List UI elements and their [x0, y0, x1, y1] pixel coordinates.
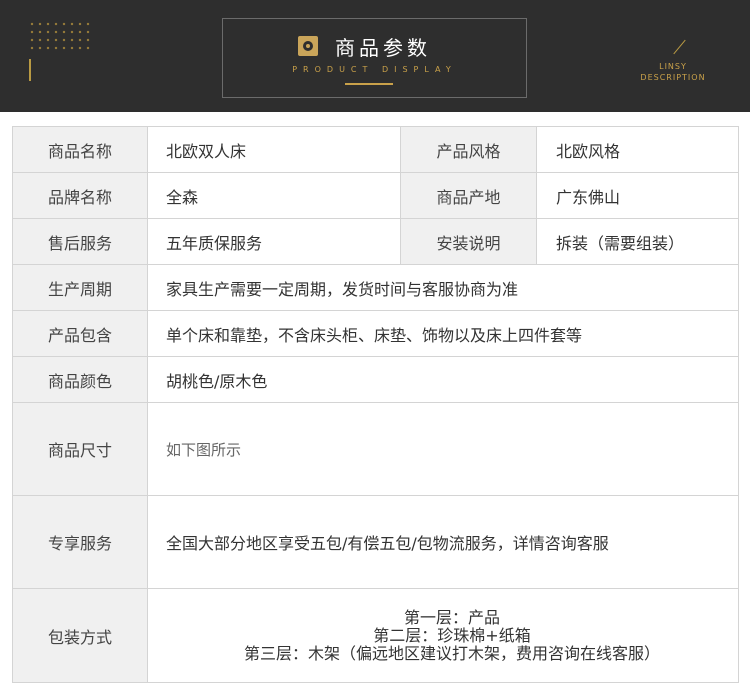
brand-line-2: DESCRIPTION	[640, 73, 706, 82]
cycle-value: 家具生产需要一定周期，发货时间与客服协商为准	[166, 279, 519, 299]
table-row: 专享服务 全国大部分地区享受五包/有偿五包/包物流服务，详情咨询客服	[13, 496, 738, 589]
table-row: 商品尺寸 如下图所示	[13, 403, 738, 496]
brand-value: 全森	[148, 173, 401, 218]
size-value: 如下图所示	[166, 440, 242, 459]
pack-line-1: 第一层：产品	[403, 607, 500, 627]
table-row: 售后服务 五年质保服务 安装说明 拆装（需要组装）	[13, 219, 738, 265]
color-label: 商品颜色	[13, 357, 148, 402]
service-value: 五年质保服务	[148, 219, 401, 264]
table-row: 商品名称 北欧双人床 产品风格 北欧风格	[13, 127, 738, 173]
table-row: 品牌名称 全森 商品产地 广东佛山	[13, 173, 738, 219]
title-box: 商品参数 PRODUCT DISPLAY	[222, 18, 527, 98]
color-value: 胡桃色/原木色	[166, 371, 268, 391]
style-label: 产品风格	[401, 127, 537, 172]
pack-line-3: 第三层：木架（偏远地区建议打木架，费用咨询在线客服）	[243, 643, 660, 663]
pack-label: 包装方式	[13, 589, 148, 682]
include-value: 单个床和靠垫，不含床头柜、床垫、饰物以及床上四件套等	[166, 325, 583, 345]
include-label: 产品包含	[13, 311, 148, 356]
style-value: 北欧风格	[556, 141, 621, 161]
brand-label: 品牌名称	[13, 173, 148, 218]
page-subtitle: PRODUCT DISPLAY	[292, 65, 457, 74]
page-title: 商品参数	[335, 36, 431, 60]
exclusive-value: 全国大部分地区享受五包/有偿五包/包物流服务，详情咨询客服	[166, 534, 609, 553]
name-value: 北欧双人床	[148, 127, 401, 172]
parameter-table: 商品名称 北欧双人床 产品风格 北欧风格 品牌名称 全森 商品产地 广东佛山 售…	[12, 126, 739, 683]
decorative-dot-grid	[28, 20, 94, 54]
name-label: 商品名称	[13, 127, 148, 172]
decorative-slash	[673, 39, 686, 55]
brand-mark: LINSY DESCRIPTION	[630, 61, 716, 83]
decorative-gold-bar	[29, 59, 31, 81]
table-row: 包装方式 第一层：产品 第二层：珍珠棉+纸箱 第三层：木架（偏远地区建议打木架，…	[13, 589, 738, 682]
origin-label: 商品产地	[401, 173, 537, 218]
table-row: 生产周期 家具生产需要一定周期，发货时间与客服协商为准	[13, 265, 738, 311]
cycle-label: 生产周期	[13, 265, 148, 310]
install-value: 拆装（需要组装）	[556, 233, 685, 253]
table-row: 商品颜色 胡桃色/原木色	[13, 357, 738, 403]
pack-line-2: 第二层：珍珠棉+纸箱	[373, 625, 531, 645]
service-label: 售后服务	[13, 219, 148, 264]
title-underline	[345, 83, 393, 85]
install-label: 安装说明	[401, 219, 537, 264]
exclusive-label: 专享服务	[13, 496, 148, 588]
header-banner: 商品参数 PRODUCT DISPLAY LINSY DESCRIPTION	[0, 0, 750, 112]
table-row: 产品包含 单个床和靠垫，不含床头柜、床垫、饰物以及床上四件套等	[13, 311, 738, 357]
size-label: 商品尺寸	[13, 403, 148, 495]
pack-value: 第一层：产品 第二层：珍珠棉+纸箱 第三层：木架（偏远地区建议打木架，费用咨询在…	[148, 589, 738, 682]
camera-icon	[298, 36, 318, 56]
brand-line-1: LINSY	[659, 62, 687, 71]
origin-value: 广东佛山	[556, 187, 621, 207]
